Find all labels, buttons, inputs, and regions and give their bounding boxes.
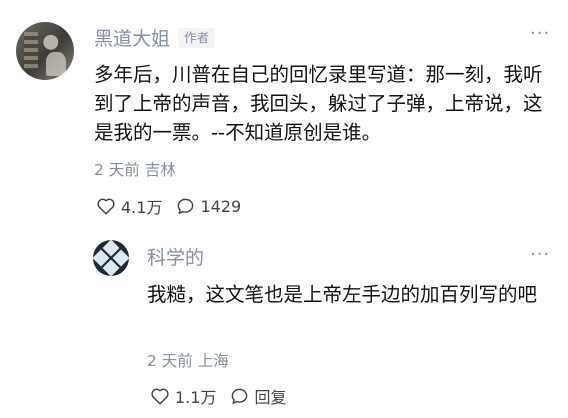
comment-time: 2 天前 xyxy=(94,161,140,179)
reply-count: 1429 xyxy=(200,196,242,216)
heart-icon xyxy=(97,198,115,215)
avatar[interactable] xyxy=(93,240,129,276)
reply-author[interactable]: 科学的 xyxy=(147,243,204,270)
avatar[interactable] xyxy=(16,22,74,80)
reply-meta: 2 天前 上海 xyxy=(147,349,229,371)
reply-count-button[interactable]: 1429 xyxy=(176,197,241,216)
comment-author[interactable]: 黑道大姐 作者 xyxy=(94,24,216,51)
more-dots-icon[interactable]: ··· xyxy=(530,246,550,264)
heart-icon xyxy=(151,388,169,405)
like-count: 1.1万 xyxy=(175,388,217,407)
reply-time: 2 天前 xyxy=(147,352,193,370)
reply-text: 我糙，这文笔也是上帝左手边的加百列写的吧 xyxy=(147,283,538,306)
like-button[interactable]: 1.1万 xyxy=(150,384,216,408)
reply-location: 上海 xyxy=(197,352,229,370)
comment-text: 多年后，川普在自己的回忆录里写道：那一刻，我听到了上帝的声音，我回头，躲过了子弹… xyxy=(94,63,543,144)
comment-location: 吉林 xyxy=(144,161,176,179)
reply-button[interactable]: 回复 xyxy=(230,384,286,408)
like-count: 4.1万 xyxy=(121,198,163,217)
reply-actions: 1.1万 回复 xyxy=(150,384,300,408)
comment-meta: 2 天前 吉林 xyxy=(94,158,176,180)
comment-bubble-icon xyxy=(178,198,194,214)
like-button[interactable]: 4.1万 xyxy=(96,194,162,218)
reply-label: 回复 xyxy=(254,388,287,407)
comment-bubble-icon xyxy=(232,388,248,404)
author-badge: 作者 xyxy=(178,27,216,48)
author-name[interactable]: 黑道大姐 xyxy=(94,24,170,51)
more-dots-icon[interactable]: ··· xyxy=(530,25,550,43)
comment-actions: 4.1万 1429 xyxy=(96,194,255,218)
